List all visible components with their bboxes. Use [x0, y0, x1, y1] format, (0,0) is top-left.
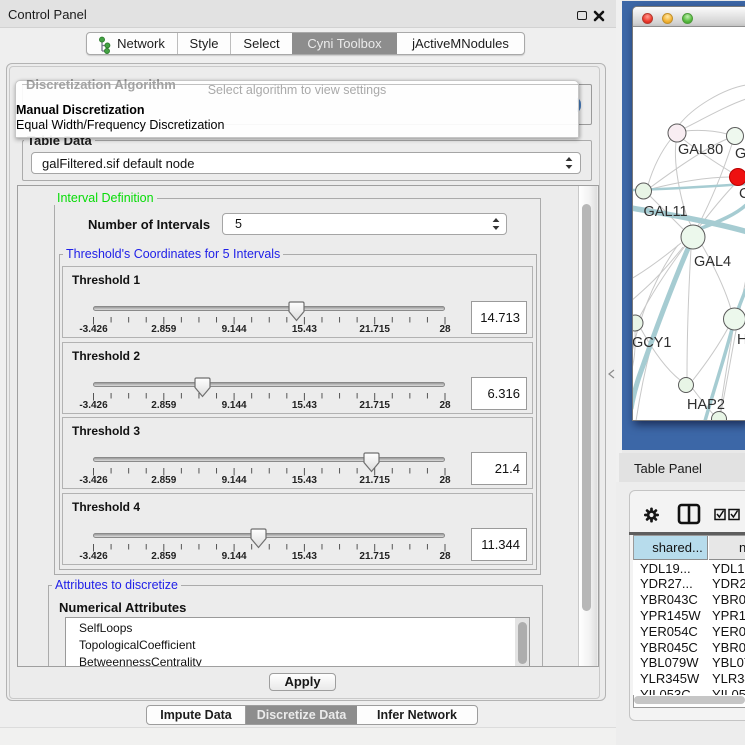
svg-text:HAP2: HAP2 [687, 397, 725, 413]
svg-text:H: H [737, 332, 745, 348]
svg-text:GAL80: GAL80 [678, 142, 723, 158]
svg-text:GAL11: GAL11 [644, 204, 688, 220]
svg-text:GCY1: GCY1 [633, 335, 672, 351]
svg-text:G.: G. [735, 146, 745, 162]
svg-text:GAL4: GAL4 [694, 254, 731, 270]
svg-text:C: C [739, 186, 745, 202]
